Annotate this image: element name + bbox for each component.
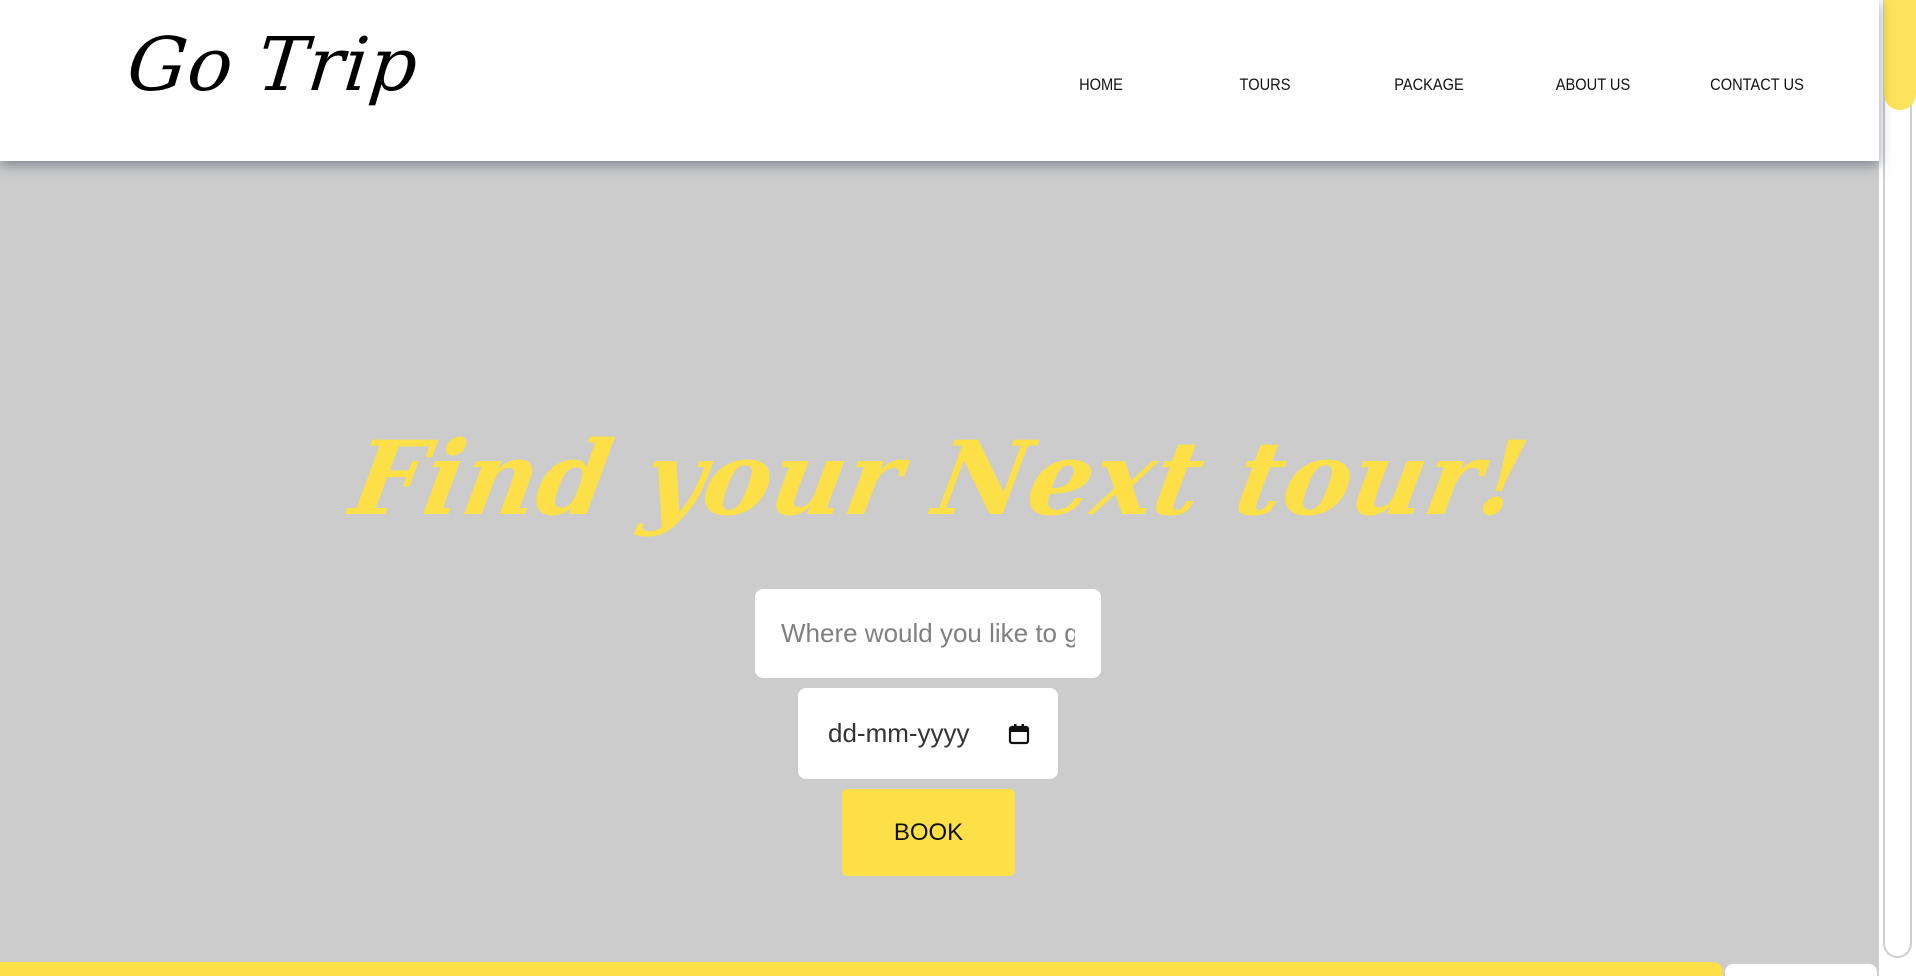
main-nav: HOME TOURS PACKAGE ABOUT US CONTACT US <box>1019 0 1839 170</box>
horizontal-scrollbar[interactable] <box>1723 962 1879 976</box>
nav-home-link[interactable]: HOME <box>1030 75 1171 95</box>
vertical-scrollbar-thumb[interactable] <box>1884 0 1916 110</box>
site-header: Go Trip HOME TOURS PACKAGE ABOUT US CONT… <box>0 0 1879 161</box>
book-button[interactable]: BOOK <box>842 789 1015 876</box>
hero-title: Find your Next tour! <box>342 419 1537 539</box>
site-logo[interactable]: Go Trip <box>123 22 422 108</box>
nav-package-link[interactable]: PACKAGE <box>1358 75 1499 95</box>
nav-contact-us-link[interactable]: CONTACT US <box>1686 75 1827 95</box>
destination-input[interactable] <box>755 589 1101 678</box>
page: Go Trip HOME TOURS PACKAGE ABOUT US CONT… <box>0 0 1879 976</box>
nav-about-us-link[interactable]: ABOUT US <box>1522 75 1663 95</box>
vertical-scrollbar-rail[interactable] <box>1883 0 1912 958</box>
nav-tours-link[interactable]: TOURS <box>1194 75 1335 95</box>
date-value: dd-mm-yyyy <box>828 718 970 748</box>
hero-section: Find your Next tour! dd-mm-yyyy BOOK <box>0 161 1879 961</box>
next-section-edge <box>0 962 1723 976</box>
date-input[interactable]: dd-mm-yyyy <box>798 688 1058 779</box>
calendar-icon[interactable] <box>1008 723 1030 745</box>
browser-viewport: Go Trip HOME TOURS PACKAGE ABOUT US CONT… <box>0 0 1916 976</box>
